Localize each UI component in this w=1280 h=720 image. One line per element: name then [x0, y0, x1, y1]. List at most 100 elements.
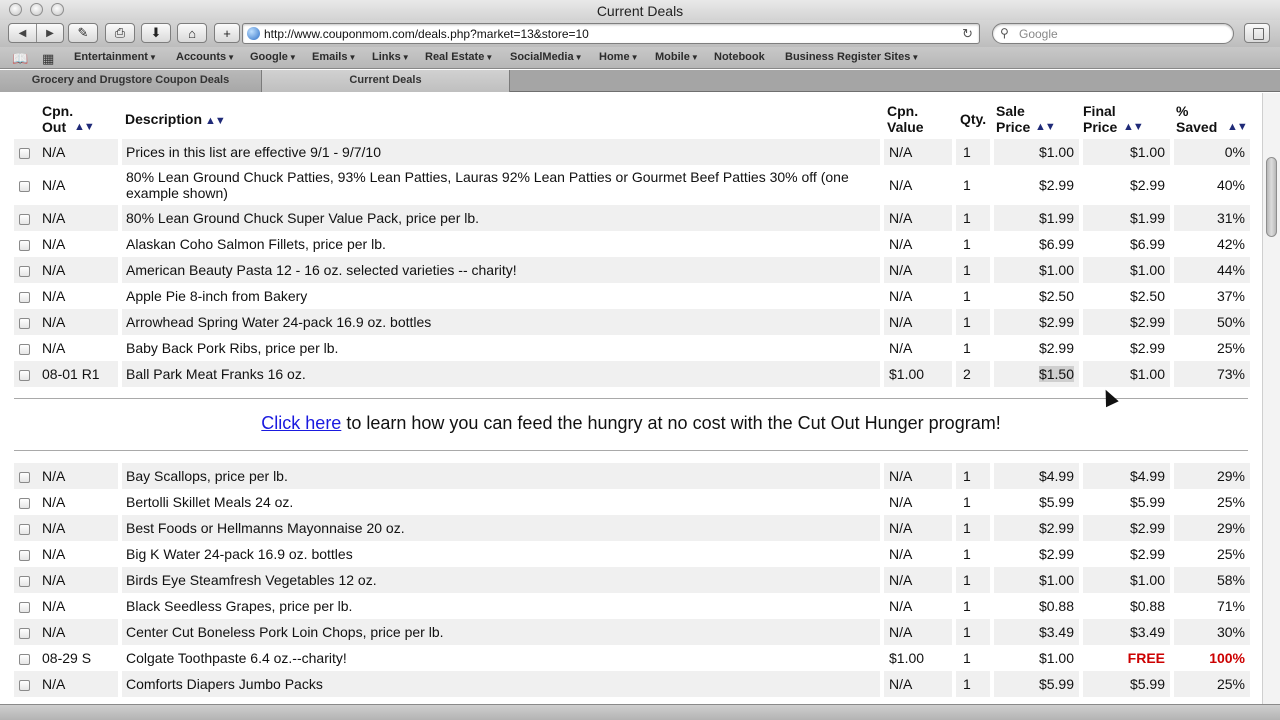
cell-sale-price-text: $1.99 — [1038, 210, 1074, 226]
checkbox[interactable] — [19, 180, 30, 192]
add-bookmark-button[interactable]: + — [214, 23, 240, 43]
cell-cpn-out-text: N/A — [42, 676, 66, 692]
checkbox[interactable] — [19, 627, 30, 639]
bookmark-google[interactable]: Google▼ — [250, 51, 297, 63]
row-checkbox[interactable] — [14, 541, 38, 567]
page-menu-button[interactable] — [1244, 23, 1270, 43]
row-checkbox[interactable] — [14, 515, 38, 541]
bookmark-mobile[interactable]: Mobile▼ — [655, 51, 699, 63]
cell-cpn-value-text: N/A — [889, 236, 913, 252]
row-checkbox[interactable] — [14, 165, 38, 205]
cell-sale-price-text: $2.99 — [1038, 520, 1074, 536]
table-row: N/A Arrowhead Spring Water 24-pack 16.9 o… — [14, 309, 1250, 335]
bookmark-emails[interactable]: Emails▼ — [312, 51, 356, 63]
cell-cpn-out-text: 08-01 R1 — [42, 366, 100, 382]
checkbox[interactable] — [19, 653, 30, 665]
click-here-link[interactable]: Click here — [261, 413, 341, 433]
download-button[interactable]: ⬇ — [141, 23, 171, 43]
cell-description: Birds Eye Steamfresh Vegetables 12 oz. — [122, 567, 880, 593]
row-checkbox[interactable] — [14, 463, 38, 489]
checkbox[interactable] — [19, 265, 30, 277]
header-percent-saved[interactable]: % Saved ▲▼ — [1176, 103, 1250, 135]
header-cpn-out[interactable]: Cpn. Out ▲▼ — [42, 103, 95, 135]
cell-percent-saved: 0% — [1174, 139, 1250, 165]
row-checkbox[interactable] — [14, 619, 38, 645]
bookmark-real-estate[interactable]: Real Estate▼ — [425, 51, 493, 63]
checkbox[interactable] — [19, 497, 30, 509]
row-checkbox[interactable] — [14, 593, 38, 619]
cell-cpn-out-text: N/A — [42, 494, 66, 510]
row-checkbox[interactable] — [14, 335, 38, 361]
search-field[interactable]: ⚲ Google — [992, 23, 1234, 44]
row-checkbox[interactable] — [14, 231, 38, 257]
bookmark-socialmedia[interactable]: SocialMedia▼ — [510, 51, 583, 63]
checkbox[interactable] — [19, 679, 30, 691]
checkbox[interactable] — [19, 317, 30, 329]
print-button[interactable]: ⎙ — [105, 23, 135, 43]
sort-arrows-icon[interactable]: ▲▼ — [1227, 119, 1248, 135]
cell-qty: 1 — [956, 515, 990, 541]
row-checkbox[interactable] — [14, 283, 38, 309]
bookmark-links[interactable]: Links▼ — [372, 51, 410, 63]
scrollbar-thumb[interactable] — [1266, 157, 1277, 237]
cell-cpn-value-text: N/A — [889, 572, 913, 588]
sort-arrows-icon[interactable]: ▲▼ — [205, 115, 226, 127]
tab-current-deals[interactable]: Current Deals — [262, 70, 510, 92]
row-checkbox[interactable] — [14, 567, 38, 593]
cell-final-price: $1.00 — [1083, 567, 1170, 593]
checkbox[interactable] — [19, 601, 30, 613]
cell-percent-saved: 42% — [1174, 231, 1250, 257]
reload-icon[interactable]: ↻ — [962, 26, 973, 42]
address-url[interactable]: http://www.couponmom.com/deals.php?marke… — [264, 27, 589, 41]
row-checkbox[interactable] — [14, 139, 38, 165]
checkbox[interactable] — [19, 213, 30, 225]
bookmark-accounts[interactable]: Accounts▼ — [176, 51, 235, 63]
cell-description: Apple Pie 8-inch from Bakery — [122, 283, 880, 309]
bookmark-entertainment[interactable]: Entertainment▼ — [74, 51, 157, 63]
top-sites-grid-icon[interactable]: ▦ — [42, 51, 54, 67]
back-button[interactable]: ◀ — [9, 24, 36, 42]
checkbox[interactable] — [19, 549, 30, 561]
bookmark-business-register-sites[interactable]: Business Register Sites▼ — [785, 51, 919, 63]
checkbox[interactable] — [19, 147, 30, 159]
cell-cpn-value: N/A — [884, 619, 952, 645]
checkbox[interactable] — [19, 369, 30, 381]
cell-cpn-out: N/A — [38, 231, 118, 257]
home-button[interactable]: ⌂ — [177, 23, 207, 43]
row-checkbox[interactable] — [14, 671, 38, 697]
checkbox[interactable] — [19, 291, 30, 303]
cell-description: 80% Lean Ground Chuck Super Value Pack, … — [122, 205, 880, 231]
edit-button[interactable]: ✎ — [68, 23, 98, 43]
checkbox[interactable] — [19, 471, 30, 483]
cell-cpn-out: N/A — [38, 309, 118, 335]
row-checkbox[interactable] — [14, 257, 38, 283]
cell-description: 80% Lean Ground Chuck Patties, 93% Lean … — [122, 165, 880, 205]
table-row: N/A Alaskan Coho Salmon Fillets, price pe… — [14, 231, 1250, 257]
reading-list-icon[interactable]: 📖 — [12, 51, 28, 67]
tab-grocery-coupon-deals[interactable]: Grocery and Drugstore Coupon Deals — [0, 70, 262, 92]
cell-sale-price: $3.49 — [994, 619, 1079, 645]
header-description[interactable]: Description ▲▼ — [125, 111, 226, 129]
cell-cpn-value-text: N/A — [889, 520, 913, 536]
row-checkbox[interactable] — [14, 645, 38, 671]
checkbox[interactable] — [19, 343, 30, 355]
vertical-scrollbar[interactable] — [1262, 93, 1280, 704]
forward-button[interactable]: ▶ — [36, 24, 63, 42]
row-checkbox[interactable] — [14, 361, 38, 387]
sort-arrows-icon[interactable]: ▲▼ — [74, 119, 95, 135]
row-checkbox[interactable] — [14, 489, 38, 515]
sort-arrows-icon[interactable]: ▲▼ — [1123, 119, 1144, 135]
row-checkbox[interactable] — [14, 205, 38, 231]
header-sale-price[interactable]: Sale Price ▲▼ — [996, 103, 1080, 135]
checkbox[interactable] — [19, 239, 30, 251]
bookmark-home[interactable]: Home▼ — [599, 51, 638, 63]
row-checkbox[interactable] — [14, 309, 38, 335]
cell-final-price: $2.99 — [1083, 515, 1170, 541]
checkbox[interactable] — [19, 523, 30, 535]
address-bar[interactable]: http://www.couponmom.com/deals.php?marke… — [242, 23, 980, 44]
checkbox[interactable] — [19, 575, 30, 587]
header-final-price[interactable]: Final Price ▲▼ — [1083, 103, 1167, 135]
bookmark-notebook[interactable]: Notebook — [714, 51, 765, 63]
cell-sale-price: $1.00 — [994, 567, 1079, 593]
sort-arrows-icon[interactable]: ▲▼ — [1035, 119, 1056, 135]
